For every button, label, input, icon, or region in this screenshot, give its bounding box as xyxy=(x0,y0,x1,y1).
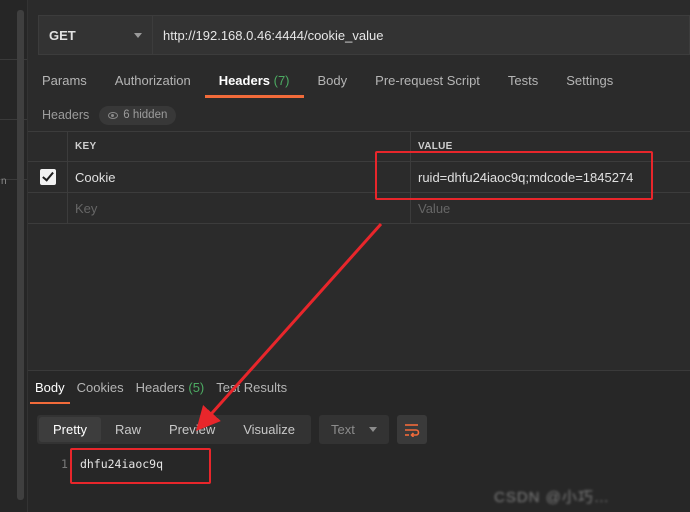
header-key-cell[interactable]: Cookie xyxy=(68,162,411,192)
tab-tests[interactable]: Tests xyxy=(494,64,552,98)
gutter-glyph: n xyxy=(1,176,7,187)
sidebar-scrollbar[interactable] xyxy=(17,10,24,500)
header-enabled-checkbox[interactable] xyxy=(39,169,56,185)
view-visualize-button[interactable]: Visualize xyxy=(229,417,309,442)
url-bar: GET http://192.168.0.46:4444/cookie_valu… xyxy=(38,15,690,55)
response-tab-test-results[interactable]: Test Results xyxy=(211,371,292,404)
left-sidebar-gutter: n xyxy=(0,0,28,512)
new-key-input[interactable]: Key xyxy=(68,193,411,223)
hidden-headers-toggle[interactable]: 6 hidden xyxy=(99,105,177,125)
tab-settings[interactable]: Settings xyxy=(552,64,627,98)
eye-icon xyxy=(108,111,119,119)
view-mode-group: Pretty Raw Preview Visualize xyxy=(37,415,312,444)
tab-authorization[interactable]: Authorization xyxy=(101,64,205,98)
headers-section-header: Headers 6 hidden xyxy=(42,105,177,125)
view-preview-button[interactable]: Preview xyxy=(155,417,229,442)
key-column-header: KEY xyxy=(68,132,411,161)
view-pretty-button[interactable]: Pretty xyxy=(39,417,101,442)
response-tab-headers[interactable]: Headers (5) xyxy=(131,371,210,404)
annotation-box-response xyxy=(70,448,211,484)
watermark: CSDN @小巧… xyxy=(494,489,610,506)
headers-count: (7) xyxy=(273,73,290,88)
format-select-value: Text xyxy=(331,422,355,437)
request-workspace: GET http://192.168.0.46:4444/cookie_valu… xyxy=(28,0,690,512)
response-view-toolbar: Pretty Raw Preview Visualize Text xyxy=(37,415,428,444)
url-input[interactable]: http://192.168.0.46:4444/cookie_value xyxy=(153,15,690,55)
line-number: 1 xyxy=(61,457,68,471)
wrap-lines-icon xyxy=(405,423,420,437)
annotation-box-cookie-value xyxy=(375,151,653,200)
view-raw-button[interactable]: Raw xyxy=(101,417,155,442)
response-headers-count: (5) xyxy=(188,380,205,395)
response-tabs: Body Cookies Headers (5) Test Results xyxy=(28,371,690,404)
tab-body[interactable]: Body xyxy=(304,64,362,98)
method-select[interactable]: GET xyxy=(38,15,153,55)
response-tab-body[interactable]: Body xyxy=(30,371,70,404)
hidden-headers-label: 6 hidden xyxy=(123,109,168,121)
chevron-down-icon xyxy=(134,32,142,38)
tab-pre-request-script[interactable]: Pre-request Script xyxy=(361,64,494,98)
tab-params[interactable]: Params xyxy=(28,64,101,98)
method-label: GET xyxy=(49,27,76,43)
request-tabs: Params Authorization Headers (7) Body Pr… xyxy=(28,64,690,98)
tab-headers[interactable]: Headers (7) xyxy=(204,64,304,98)
format-select[interactable]: Text xyxy=(319,415,390,444)
headers-section-title: Headers xyxy=(42,108,90,122)
chevron-down-icon xyxy=(369,427,378,432)
response-tab-cookies[interactable]: Cookies xyxy=(72,371,129,404)
wrap-lines-button[interactable] xyxy=(397,415,428,444)
